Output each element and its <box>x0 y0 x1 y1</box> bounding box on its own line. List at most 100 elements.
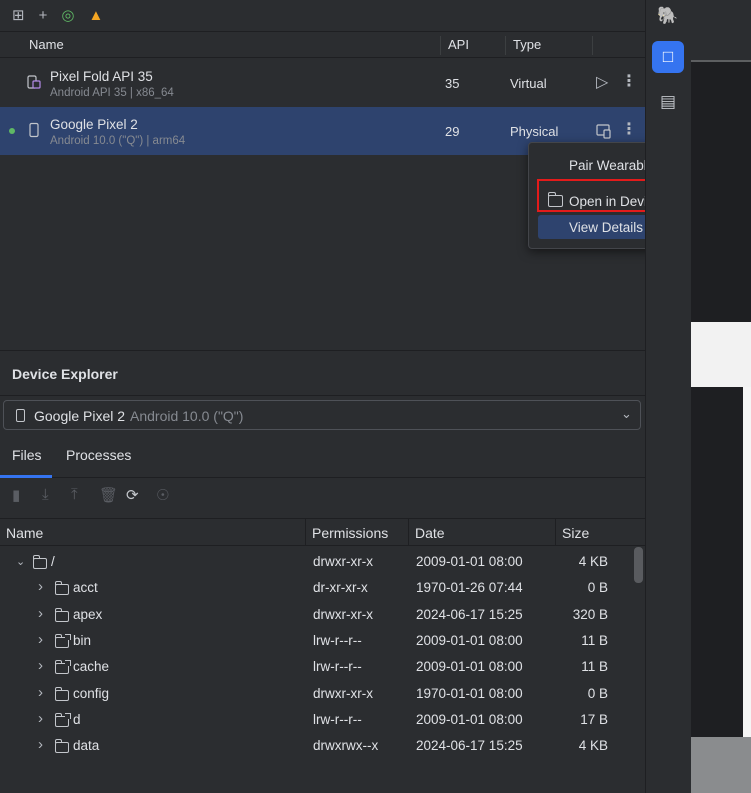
tab-files[interactable]: Files <box>12 447 42 463</box>
device-grid-icon[interactable]: ⊞ <box>12 8 25 23</box>
target-icon[interactable]: ☉ <box>156 486 169 504</box>
device-api: 35 <box>445 76 460 91</box>
running-devices-icon[interactable]: ▤ <box>652 86 684 118</box>
file-name: config <box>73 685 110 701</box>
file-size: 320 B <box>572 606 608 622</box>
active-tab-indicator <box>0 475 52 478</box>
column-divider <box>505 36 506 55</box>
device-explorer-title: Device Explorer <box>12 366 118 382</box>
chevron-right-icon[interactable]: › <box>38 657 43 674</box>
folder-icon <box>55 686 69 701</box>
file-permissions: lrw-r--r-- <box>313 711 362 727</box>
file-size: 17 B <box>580 711 608 727</box>
column-header-date[interactable]: Date <box>415 525 445 541</box>
file-permissions: drwxr-xr-x <box>313 606 373 622</box>
device-type: Virtual <box>510 76 547 91</box>
column-header-name[interactable]: Name <box>29 37 64 52</box>
menu-item-label: View Details <box>569 219 644 235</box>
editor-background <box>691 62 751 322</box>
file-name: apex <box>73 606 103 622</box>
column-header-size[interactable]: Size <box>562 525 589 541</box>
new-folder-icon[interactable]: ▮ <box>12 486 20 504</box>
menu-item-label: Pair Wearable <box>569 157 655 173</box>
chevron-right-icon[interactable]: › <box>38 578 43 595</box>
column-divider <box>555 519 556 546</box>
column-header-api[interactable]: API <box>448 37 469 52</box>
file-row[interactable]: › bin lrw-r--r-- 2009-01-01 08:00 11 B <box>0 629 630 655</box>
column-header-type[interactable]: Type <box>513 37 541 52</box>
phone-icon <box>16 409 25 422</box>
download-icon[interactable]: ⤓ <box>42 486 49 503</box>
file-permissions: drwxrwx--x <box>313 738 379 754</box>
column-divider <box>592 36 593 55</box>
file-date: 2009-01-01 08:00 <box>416 711 523 727</box>
column-divider <box>440 36 441 55</box>
divider <box>0 395 645 396</box>
sync-icon[interactable]: ⟳ <box>126 486 139 504</box>
play-icon[interactable]: ▷ <box>596 72 608 92</box>
add-icon[interactable]: + <box>39 8 48 23</box>
device-name: Google Pixel 2 <box>50 117 138 132</box>
device-selector[interactable]: Google Pixel 2 Android 10.0 ("Q") ⌄ <box>3 400 641 430</box>
file-row[interactable]: › d lrw-r--r-- 2009-01-01 08:00 17 B <box>0 708 630 734</box>
chevron-right-icon[interactable]: › <box>38 631 43 648</box>
file-size: 11 B <box>581 632 608 648</box>
wifi-pairing-icon[interactable]: ◎ <box>61 8 74 23</box>
file-name: cache <box>73 659 110 675</box>
online-status-dot <box>9 128 15 134</box>
delete-icon[interactable]: 🗑 <box>99 486 118 504</box>
file-size: 4 KB <box>578 554 608 569</box>
file-date: 1970-01-01 08:00 <box>416 685 523 701</box>
file-size: 0 B <box>587 685 608 701</box>
device-table-header: Name API Type <box>0 31 645 58</box>
foldable-device-icon <box>27 75 41 89</box>
file-name: bin <box>73 632 92 648</box>
device-type: Physical <box>510 124 559 139</box>
chevron-right-icon[interactable]: › <box>38 605 43 622</box>
device-row-pixel-fold[interactable]: Pixel Fold API 35 Android API 35 | x86_6… <box>0 59 645 107</box>
more-options-icon[interactable]: ⋮ <box>621 71 637 91</box>
device-name: Pixel Fold API 35 <box>50 69 153 84</box>
selected-device-name: Google Pixel 2 <box>34 408 126 424</box>
chevron-down-icon: ⌄ <box>621 406 632 421</box>
explorer-tabs: Files Processes <box>0 441 645 478</box>
file-row[interactable]: › acct dr-xr-xr-x 1970-01-26 07:44 0 B <box>0 576 630 602</box>
device-subtitle: Android 10.0 ("Q") | arm64 <box>50 135 186 147</box>
more-options-icon[interactable]: ⋮ <box>621 119 637 139</box>
phone-icon <box>29 122 39 138</box>
file-size: 4 KB <box>578 738 608 754</box>
file-permissions: lrw-r--r-- <box>313 632 362 648</box>
file-row[interactable]: › apex drwxr-xr-x 2024-06-17 15:25 320 B <box>0 603 630 629</box>
file-name: / <box>51 554 55 569</box>
chevron-right-icon[interactable]: › <box>38 736 43 753</box>
vertical-scrollbar[interactable] <box>634 547 643 583</box>
gradle-icon[interactable]: 🐘 <box>652 0 684 32</box>
tab-processes[interactable]: Processes <box>66 447 131 463</box>
file-row[interactable]: ⌄ / drwxr-xr-x 2009-01-01 08:00 4 KB <box>0 550 630 576</box>
upload-icon[interactable]: ⤒ <box>71 486 78 503</box>
column-header-permissions[interactable]: Permissions <box>312 525 388 541</box>
folder-icon <box>55 607 69 622</box>
device-manager-icon[interactable]: □ <box>652 41 684 73</box>
folder-link-icon <box>55 633 71 648</box>
file-name: acct <box>73 580 98 596</box>
file-date: 2009-01-01 08:00 <box>416 554 523 569</box>
chevron-right-icon[interactable]: › <box>38 710 43 727</box>
file-date: 2009-01-01 08:00 <box>416 632 523 648</box>
mirror-device-icon[interactable] <box>596 123 612 139</box>
file-row[interactable]: › config drwxr-xr-x 1970-01-01 08:00 0 B <box>0 682 630 708</box>
device-manager-panel: ⊞ + ◎ ▲ Name API Type Pixel Fold API 35 … <box>0 0 645 793</box>
editor-background <box>691 322 751 387</box>
editor-background <box>691 737 751 793</box>
file-row[interactable]: › data drwxrwx--x 2024-06-17 15:25 4 KB <box>0 734 630 760</box>
right-tool-strip: 🐘 □ ▤ <box>645 0 691 793</box>
file-permissions: lrw-r--r-- <box>313 659 362 675</box>
file-row[interactable]: › cache lrw-r--r-- 2009-01-01 08:00 11 B <box>0 655 630 681</box>
chevron-right-icon[interactable]: › <box>38 684 43 701</box>
firebase-icon[interactable]: ▲ <box>88 8 103 23</box>
chevron-down-icon[interactable]: ⌄ <box>16 555 25 568</box>
column-header-name[interactable]: Name <box>6 525 43 541</box>
folder-link-icon <box>55 660 71 675</box>
panel-divider[interactable] <box>0 350 645 351</box>
file-date: 1970-01-26 07:44 <box>416 580 523 596</box>
